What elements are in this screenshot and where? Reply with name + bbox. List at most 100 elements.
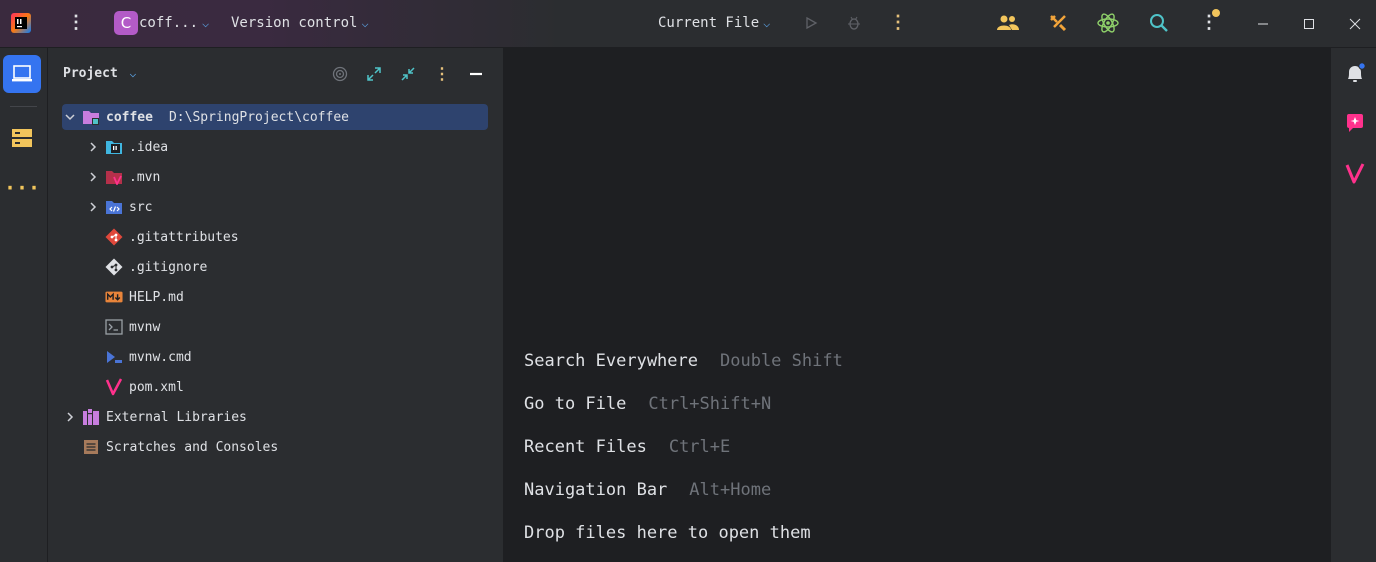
options-kebab-icon[interactable]: ⋮ xyxy=(431,64,453,84)
chevron-right-icon[interactable] xyxy=(85,139,101,155)
tree-item[interactable]: pom.xml xyxy=(62,374,488,400)
ai-assistant-icon[interactable] xyxy=(1344,112,1366,134)
chevron-right-icon[interactable] xyxy=(85,199,101,215)
hint-shortcut: Double Shift xyxy=(720,351,843,371)
update-dot-icon xyxy=(1212,9,1220,17)
tree-item[interactable]: mvnw.cmd xyxy=(62,344,488,370)
tree-item-label: .mvn xyxy=(129,169,161,185)
tree-item[interactable]: .gitattributes xyxy=(62,224,488,250)
editor-hint: Go to File Ctrl+Shift+N xyxy=(524,394,771,414)
more-vertical-icon[interactable]: ⋮ xyxy=(889,12,907,34)
chevron-right-icon[interactable] xyxy=(62,409,78,425)
editor-hint: Recent Files Ctrl+E xyxy=(524,437,730,457)
module-folder-icon xyxy=(82,108,100,126)
markdown-file-icon xyxy=(105,288,123,306)
tree-item[interactable]: Scratches and Consoles xyxy=(62,434,488,460)
main-menu-kebab-icon[interactable]: ⋮ xyxy=(66,12,86,34)
left-tool-stripe: ··· xyxy=(0,48,48,562)
tree-item[interactable]: mvnw xyxy=(62,314,488,340)
project-tool-button[interactable] xyxy=(3,55,41,93)
hint-shortcut: Alt+Home xyxy=(689,480,772,500)
chevron-down-icon: ⌵ xyxy=(361,16,369,30)
minimize-button[interactable] xyxy=(1240,0,1286,47)
hint-action: Search Everywhere xyxy=(524,351,698,371)
tree-item-label: mvnw.cmd xyxy=(129,349,192,365)
expand-all-icon[interactable] xyxy=(363,64,385,84)
chevron-down-icon[interactable] xyxy=(62,109,78,125)
project-tool-window: Project ⌵ ⋮ coffee D:\SpringProject\coffe… xyxy=(48,48,504,562)
title-bar: ⋮ C coff... ⌵ Version control ⌵ Current … xyxy=(0,0,1376,48)
editor-hint: Search Everywhere Double Shift xyxy=(524,351,843,371)
cmd-script-icon xyxy=(105,348,123,366)
tree-item-label: Scratches and Consoles xyxy=(106,439,279,455)
chevron-down-icon: ⌵ xyxy=(763,16,771,30)
tree-item-label: coffee xyxy=(106,109,153,125)
hide-panel-icon[interactable] xyxy=(465,64,487,84)
project-name: coff... xyxy=(139,15,199,31)
panel-title: Project xyxy=(63,66,118,81)
idea-folder-icon xyxy=(105,138,123,156)
debug-icon[interactable] xyxy=(843,12,865,34)
tree-item-label: pom.xml xyxy=(129,379,184,395)
tree-item[interactable]: .mvn xyxy=(62,164,488,190)
vcs-widget[interactable]: Version control ⌵ xyxy=(231,13,369,33)
project-initial: C xyxy=(120,14,132,32)
shell-script-icon xyxy=(105,318,123,336)
tree-item[interactable]: .idea xyxy=(62,134,488,160)
scratches-icon xyxy=(82,438,100,456)
run-config-selector[interactable]: Current File ⌵ xyxy=(658,13,770,33)
maximize-button[interactable] xyxy=(1286,0,1332,47)
tree-item-path: D:\SpringProject\coffee xyxy=(168,109,349,125)
tree-item[interactable]: .gitignore xyxy=(62,254,488,280)
locate-icon[interactable] xyxy=(329,64,351,84)
hint-shortcut: Ctrl+E xyxy=(668,437,731,457)
project-badge[interactable]: C xyxy=(114,11,138,35)
tree-item[interactable]: External Libraries xyxy=(62,404,488,430)
hint-action: Drop files here to open them xyxy=(524,523,811,543)
tree-item-label: External Libraries xyxy=(106,409,247,425)
stripe-divider xyxy=(10,106,37,107)
right-tool-stripe xyxy=(1330,48,1376,562)
hint-action: Navigation Bar xyxy=(524,480,668,500)
more-tools-icon[interactable]: ··· xyxy=(3,169,41,207)
source-folder-icon xyxy=(105,198,123,216)
libraries-icon xyxy=(82,408,100,426)
run-config-label: Current File xyxy=(658,15,760,31)
editor-hint: Drop files here to open them xyxy=(524,523,811,543)
people-icon[interactable] xyxy=(996,11,1020,35)
maven-icon[interactable] xyxy=(1344,162,1366,184)
run-icon[interactable] xyxy=(801,12,821,34)
project-view-selector[interactable]: Project ⌵ xyxy=(63,66,136,81)
atom-icon[interactable] xyxy=(1096,11,1120,35)
tree-item[interactable]: coffee D:\SpringProject\coffee xyxy=(62,104,488,130)
tree-item-label: HELP.md xyxy=(129,289,184,305)
chevron-right-icon[interactable] xyxy=(85,169,101,185)
project-switcher[interactable]: coff... ⌵ xyxy=(139,13,209,33)
hint-action: Go to File xyxy=(524,394,627,414)
vcs-label: Version control xyxy=(231,15,358,31)
editor-empty-area[interactable]: Search Everywhere Double Shift Go to File C… xyxy=(504,48,1330,562)
git-file-icon xyxy=(105,228,123,246)
structure-tool-button[interactable] xyxy=(3,119,41,157)
tree-item-label: .idea xyxy=(129,139,169,155)
collapse-all-icon[interactable] xyxy=(397,64,419,84)
close-button[interactable] xyxy=(1332,0,1376,47)
chevron-down-icon: ⌵ xyxy=(202,16,210,30)
tree-item[interactable]: HELP.md xyxy=(62,284,488,310)
tree-item-label: .gitignore xyxy=(129,259,208,275)
notifications-bell-icon[interactable] xyxy=(1344,62,1366,84)
editor-hint: Navigation Bar Alt+Home xyxy=(524,480,771,500)
tree-item-label: mvnw xyxy=(129,319,161,335)
maven-folder-icon xyxy=(105,168,123,186)
tree-item-label: .gitattributes xyxy=(129,229,239,245)
search-icon[interactable] xyxy=(1147,11,1171,35)
hammer-icon[interactable] xyxy=(1046,11,1070,35)
intellij-logo-icon[interactable] xyxy=(10,12,32,34)
gitignore-file-icon xyxy=(105,258,123,276)
tree-item[interactable]: src xyxy=(62,194,488,220)
